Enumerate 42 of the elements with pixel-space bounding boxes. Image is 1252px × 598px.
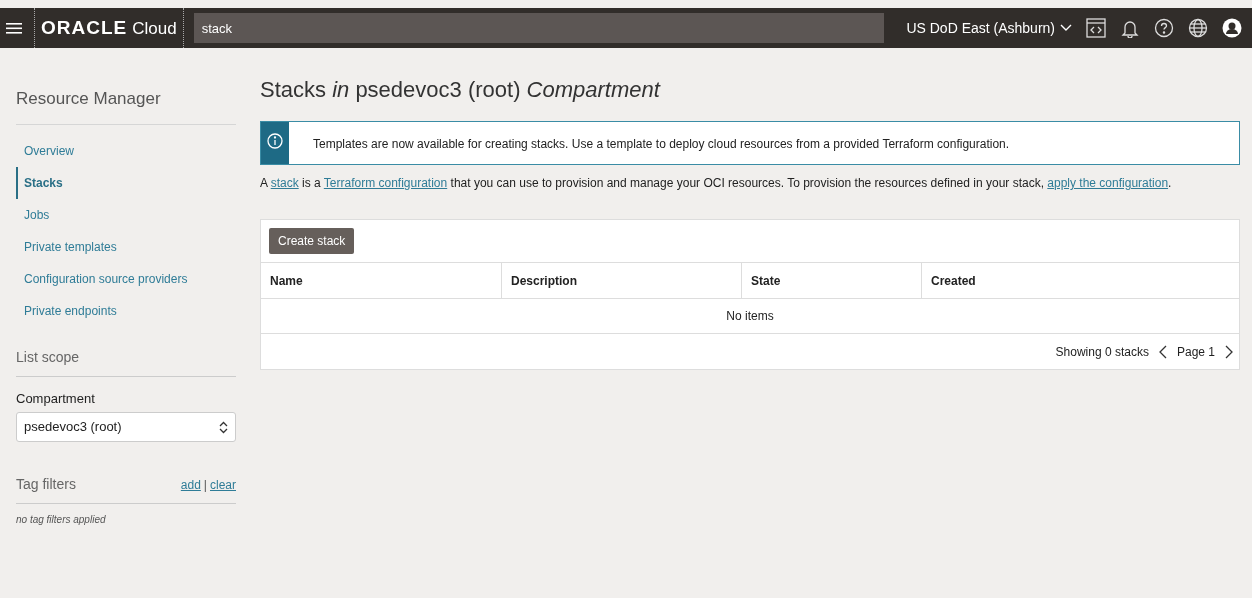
section-title: Tag filters: [16, 475, 76, 494]
menu-icon[interactable]: [6, 21, 22, 35]
sidebar-nav-item[interactable]: Configuration source providers: [16, 262, 236, 295]
doc-link[interactable]: stack: [270, 176, 299, 190]
page-number-text: Page 1: [1176, 343, 1215, 361]
sidebar-nav-item[interactable]: Overview: [16, 134, 236, 167]
column-header[interactable]: State: [741, 263, 921, 298]
separator-text: |: [203, 477, 207, 494]
section-title: List scope: [16, 347, 81, 367]
search-field[interactable]: stack: [193, 13, 884, 43]
globe-icon[interactable]: [1188, 18, 1208, 38]
info-banner-text: Templates are now available for creating stacks. Use a template to deploy cloud resources from a provided Terraform configuration.: [313, 136, 1010, 153]
page-title: Stacks in psedevoc3 (root) Compartment: [260, 76, 662, 104]
next-page-icon[interactable]: [1225, 344, 1233, 359]
help-icon[interactable]: [1154, 18, 1174, 38]
notification-bell-icon[interactable]: [1120, 18, 1140, 38]
oracle-cloud-logo[interactable]: ORACLE Cloud: [41, 13, 177, 43]
info-icon: [267, 133, 283, 149]
field-label: Compartment: [16, 389, 96, 408]
description-text: A stack is a Terraform configuration that you can use to provision and manage your OCI resources. To provision the resources defined in your stack, apply the configuration.: [260, 175, 1173, 192]
chevron-up-down-icon: [219, 420, 228, 434]
empty-table-text: No items: [726, 308, 774, 325]
chevron-down-icon: [1060, 24, 1072, 32]
code-editor-icon[interactable]: [1086, 18, 1106, 38]
column-header[interactable]: Description: [501, 263, 741, 298]
sidebar-nav-item[interactable]: Stacks: [16, 166, 236, 199]
doc-link[interactable]: Terraform configuration: [323, 176, 448, 190]
user-avatar-icon[interactable]: [1222, 18, 1242, 38]
showing-count-text: Showing 0 stacks: [1055, 343, 1149, 361]
add-link[interactable]: add: [180, 476, 201, 494]
sidebar-nav-item[interactable]: Jobs: [16, 198, 236, 231]
column-header[interactable]: Created: [921, 263, 1239, 298]
clear-link[interactable]: clear: [210, 476, 236, 494]
empty-filters-text: no tag filters applied: [16, 513, 107, 527]
region-selector[interactable]: US DoD East (Ashburn): [906, 17, 1072, 39]
compartment-select[interactable]: psedevoc3 (root): [16, 412, 236, 442]
column-header[interactable]: Name: [261, 263, 501, 298]
sidebar-title: Resource Manager: [16, 86, 161, 125]
sidebar-nav-item[interactable]: Private templates: [16, 230, 236, 263]
sidebar-nav-item[interactable]: Private endpoints: [16, 294, 236, 327]
previous-page-icon[interactable]: [1158, 344, 1167, 359]
create-stack-button[interactable]: Create stack: [269, 228, 355, 254]
